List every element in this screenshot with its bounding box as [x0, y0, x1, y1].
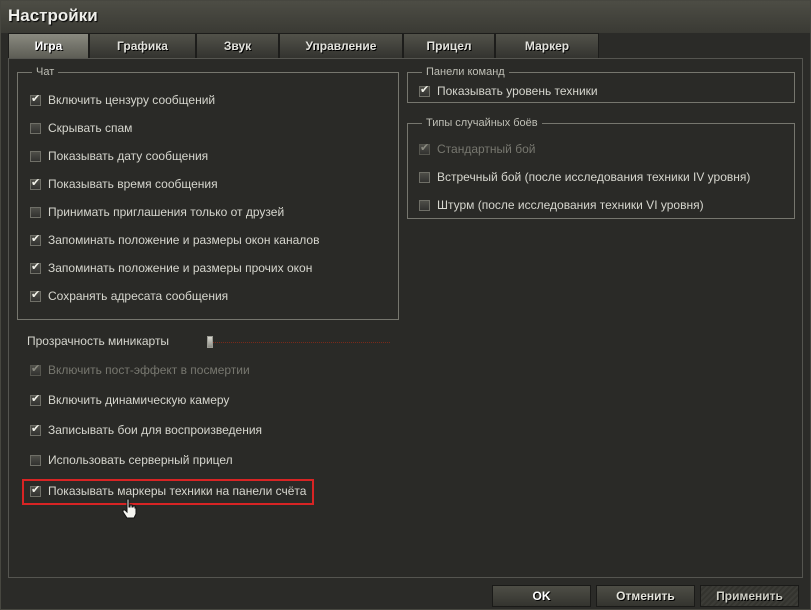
checkbox-label: Скрывать спам — [48, 121, 133, 135]
checkbox-box-icon — [419, 199, 430, 211]
tab-marker[interactable]: Маркер — [495, 33, 599, 58]
checkbox-box-icon — [30, 150, 41, 162]
checkbox-label: Включить динамическую камеру — [48, 393, 230, 407]
chat-hide-spam-checkbox[interactable]: Скрывать спам — [30, 119, 132, 137]
chat-save-recipient-checkbox[interactable]: Сохранять адресата сообщения — [30, 287, 228, 305]
title-bar[interactable]: Настройки — [1, 1, 810, 33]
checkbox-box-icon — [30, 122, 41, 134]
tab-game[interactable]: Игра — [8, 33, 89, 58]
checkbox-label: Включить цензуру сообщений — [48, 93, 216, 107]
checkbox-label: Штурм (после исследования техники VI уро… — [437, 198, 704, 212]
chat-group-legend: Чат — [32, 65, 59, 79]
checkbox-box-icon — [30, 206, 41, 218]
checkbox-box-icon — [419, 171, 430, 183]
dynamic-camera-checkbox[interactable]: Включить динамическую камеру — [30, 391, 229, 409]
apply-button[interactable]: Применить — [700, 585, 799, 607]
chat-group: Чат Включить цензуру сообщений Скрывать … — [17, 65, 399, 320]
checkbox-label: Запоминать положение и размеры окон кана… — [48, 233, 320, 247]
checkbox-label: Запоминать положение и размеры прочих ок… — [48, 261, 313, 275]
standard-battle-checkbox: Стандартный бой — [419, 140, 535, 158]
tab-sight[interactable]: Прицел — [403, 33, 495, 58]
tab-content-game: Чат Включить цензуру сообщений Скрывать … — [8, 58, 803, 578]
window-title: Настройки — [8, 6, 98, 25]
checkmark-icon — [30, 260, 41, 274]
checkbox-label: Показывать время сообщения — [48, 177, 218, 191]
checkmark-icon — [30, 422, 41, 436]
chat-friends-only-checkbox[interactable]: Принимать приглашения только от друзей — [30, 203, 284, 221]
ok-button[interactable]: OK — [492, 585, 591, 607]
minimap-transparency-label: Прозрачность миникарты — [27, 334, 170, 348]
highlight-box — [22, 479, 314, 505]
checkbox-label: Показывать уровень техники — [437, 84, 598, 98]
chat-show-date-checkbox[interactable]: Показывать дату сообщения — [30, 147, 208, 165]
tab-controls[interactable]: Управление — [279, 33, 403, 58]
checkbox-box-icon — [30, 454, 41, 466]
post-effect-checkbox: Включить пост-эффект в посмертии — [30, 361, 250, 379]
checkmark-icon — [419, 141, 430, 155]
server-reticle-checkbox[interactable]: Использовать серверный прицел — [30, 451, 233, 469]
chat-censor-checkbox[interactable]: Включить цензуру сообщений — [30, 91, 215, 109]
command-panels-legend: Панели команд — [422, 65, 509, 79]
checkbox-label: Использовать серверный прицел — [48, 453, 233, 467]
hand-pointer-icon — [122, 498, 137, 519]
checkbox-label: Показывать дату сообщения — [48, 149, 209, 163]
checkmark-icon — [419, 83, 430, 97]
footer-bar: OK Отменить Применить — [1, 579, 810, 609]
chat-remember-channels-checkbox[interactable]: Запоминать положение и размеры окон кана… — [30, 231, 319, 249]
checkmark-icon — [30, 176, 41, 190]
battle-types-group: Типы случайных боёв Стандартный бой Встр… — [407, 116, 795, 219]
checkbox-label: Включить пост-эффект в посмертии — [48, 363, 250, 377]
command-panels-group: Панели команд Показывать уровень техники — [407, 65, 795, 103]
checkbox-label: Стандартный бой — [437, 142, 536, 156]
checkbox-label: Принимать приглашения только от друзей — [48, 205, 285, 219]
battle-types-legend: Типы случайных боёв — [422, 116, 542, 130]
checkmark-icon — [30, 362, 41, 376]
checkbox-label: Встречный бой (после исследования техник… — [437, 170, 751, 184]
checkmark-icon — [30, 232, 41, 246]
checkbox-label: Сохранять адресата сообщения — [48, 289, 229, 303]
minimap-transparency-slider[interactable] — [207, 342, 390, 344]
tab-sound[interactable]: Звук — [196, 33, 279, 58]
cancel-button[interactable]: Отменить — [596, 585, 695, 607]
show-vehicle-tier-checkbox[interactable]: Показывать уровень техники — [419, 82, 598, 100]
assault-battle-checkbox[interactable]: Штурм (после исследования техники VI уро… — [419, 196, 704, 214]
checkbox-label: Записывать бои для воспроизведения — [48, 423, 263, 437]
chat-remember-windows-checkbox[interactable]: Запоминать положение и размеры прочих ок… — [30, 259, 312, 277]
checkmark-icon — [30, 288, 41, 302]
checkmark-icon — [30, 92, 41, 106]
checkmark-icon — [30, 392, 41, 406]
encounter-battle-checkbox[interactable]: Встречный бой (после исследования техник… — [419, 168, 750, 186]
minimap-transparency-slider-thumb[interactable] — [207, 336, 213, 348]
settings-window: Настройки Игра Графика Звук Управление П… — [0, 0, 811, 610]
chat-show-time-checkbox[interactable]: Показывать время сообщения — [30, 175, 218, 193]
record-replays-checkbox[interactable]: Записывать бои для воспроизведения — [30, 421, 262, 439]
tab-graphics[interactable]: Графика — [89, 33, 196, 58]
